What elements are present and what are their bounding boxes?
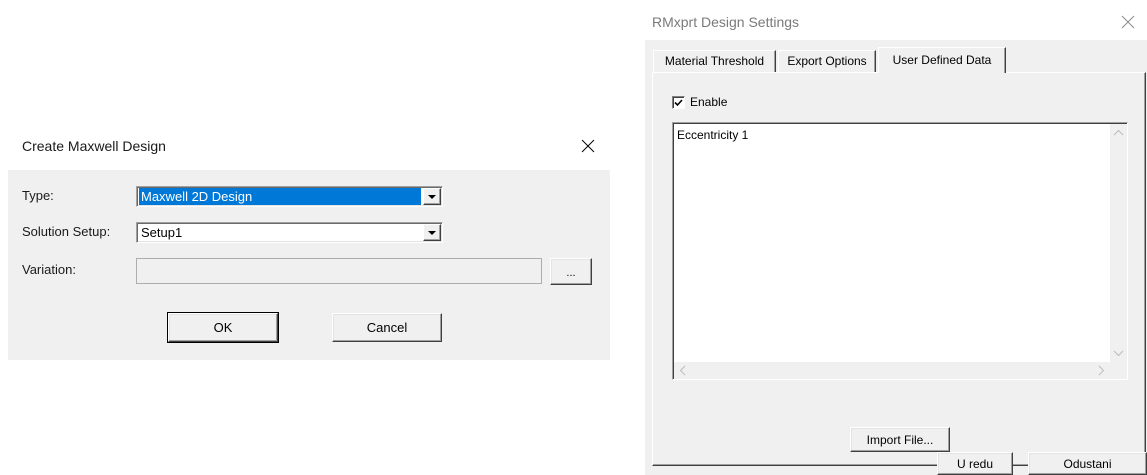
create-maxwell-design-dialog: Create Maxwell Design Type: Maxwell 2D D… — [0, 0, 620, 475]
scroll-up-icon[interactable] — [1110, 124, 1127, 141]
import-file-button[interactable]: Import File... — [850, 427, 950, 452]
scrollbar-corner — [1110, 362, 1127, 379]
type-dropdown-button[interactable] — [423, 188, 441, 205]
scroll-left-icon[interactable] — [674, 362, 691, 379]
cancel-button[interactable]: Odustani — [1028, 452, 1147, 475]
tab-user-defined-data[interactable]: User Defined Data — [878, 47, 1006, 73]
vertical-scrollbar[interactable] — [1110, 124, 1127, 362]
type-selected-value: Maxwell 2D Design — [139, 188, 421, 205]
variation-input[interactable] — [136, 258, 542, 284]
ok-button[interactable]: U redu — [937, 452, 1013, 475]
ok-button[interactable]: OK — [168, 313, 278, 342]
scroll-right-icon[interactable] — [1093, 362, 1110, 379]
tab-export-options[interactable]: Export Options — [778, 50, 876, 72]
enable-checkbox[interactable] — [672, 96, 685, 109]
solution-setup-label: Solution Setup: — [22, 224, 111, 239]
dialog-body: Type: Maxwell 2D Design Solution Setup: … — [8, 170, 610, 360]
close-icon[interactable] — [581, 139, 595, 153]
type-dropdown[interactable]: Maxwell 2D Design — [136, 186, 443, 207]
dialog-title: RMxprt Design Settings — [652, 14, 800, 30]
check-icon — [674, 99, 683, 107]
tab-material-threshold[interactable]: Material Threshold — [653, 50, 776, 72]
dialog-title: Create Maxwell Design — [22, 138, 166, 154]
horizontal-scrollbar[interactable] — [674, 362, 1110, 379]
chevron-down-icon — [428, 194, 436, 199]
cancel-button[interactable]: Cancel — [332, 313, 442, 342]
rmxprt-design-settings-dialog: RMxprt Design Settings Material Threshol… — [645, 0, 1147, 475]
solution-setup-dropdown[interactable]: Setup1 — [136, 222, 443, 243]
chevron-down-icon — [428, 230, 436, 235]
user-data-text: Eccentricity 1 — [677, 128, 749, 142]
close-icon[interactable] — [1121, 15, 1135, 29]
user-data-textarea[interactable]: Eccentricity 1 — [672, 122, 1128, 380]
solution-setup-value: Setup1 — [141, 225, 183, 240]
variation-browse-button[interactable]: ... — [550, 258, 592, 285]
type-label: Type: — [22, 188, 54, 203]
variation-label: Variation: — [22, 262, 76, 277]
scroll-down-icon[interactable] — [1110, 345, 1127, 362]
solution-setup-dropdown-button[interactable] — [423, 224, 441, 241]
enable-label[interactable]: Enable — [690, 95, 727, 109]
